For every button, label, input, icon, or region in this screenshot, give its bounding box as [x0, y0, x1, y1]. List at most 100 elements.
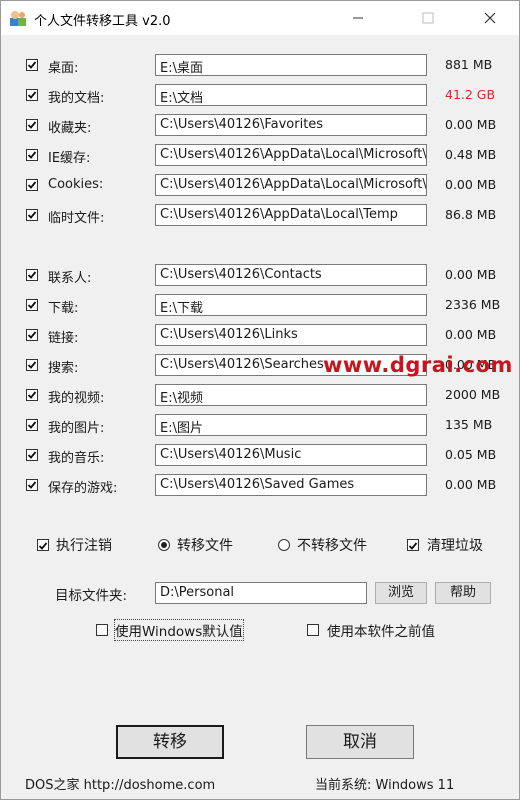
- folder-label: 保存的游戏:: [48, 481, 118, 496]
- target-folder-label: 目标文件夹:: [55, 588, 128, 604]
- check-icon: [27, 91, 37, 99]
- folder-label: 桌面:: [48, 61, 79, 76]
- help-button[interactable]: 帮助: [435, 582, 491, 604]
- folder-label: 我的视频:: [48, 391, 105, 406]
- client-area: 桌面: E:\桌面 881 MB 我的文档: E:\文档 41.2 GB 收藏夹: C:\Us…: [1, 35, 519, 799]
- windows-default-label: 使用Windows默认值: [114, 619, 244, 641]
- folder-size: 0.00 MB: [445, 477, 497, 492]
- logoff-checkbox[interactable]: [37, 539, 49, 551]
- watermark-text: www.dgrai.com: [323, 353, 513, 377]
- close-icon[interactable]: [467, 1, 513, 35]
- target-folder-input[interactable]: D:\Personal: [155, 582, 367, 604]
- folder-size: 86.8 MB: [445, 207, 497, 222]
- check-icon: [27, 271, 37, 279]
- footer-system: 当前系统: Windows 11: [315, 778, 455, 793]
- folder-checkbox[interactable]: [26, 269, 38, 281]
- folder-checkbox[interactable]: [26, 389, 38, 401]
- cancel-button[interactable]: 取消: [306, 725, 414, 759]
- previous-value-checkbox[interactable]: [307, 624, 319, 636]
- folder-row: 桌面: E:\桌面 881 MB: [1, 54, 519, 78]
- radio-dot-icon: [161, 542, 167, 548]
- check-icon: [27, 481, 37, 489]
- check-icon: [27, 331, 37, 339]
- folder-label: 我的图片:: [48, 421, 105, 436]
- check-icon: [27, 121, 37, 129]
- clean-label: 清理垃圾: [427, 538, 483, 554]
- folder-path-input[interactable]: E:\下载: [155, 294, 427, 316]
- folder-path-input[interactable]: C:\Users\40126\Favorites: [155, 114, 427, 136]
- folder-path-input[interactable]: E:\图片: [155, 414, 427, 436]
- folder-size: 0.00 MB: [445, 267, 497, 282]
- folder-path-input[interactable]: E:\桌面: [155, 54, 427, 76]
- folder-label: 下载:: [48, 301, 79, 316]
- check-icon: [27, 211, 37, 219]
- folder-size: 0.48 MB: [445, 147, 497, 162]
- folder-row: 我的视频: E:\视频 2000 MB: [1, 384, 519, 408]
- check-icon: [27, 301, 37, 309]
- folder-checkbox[interactable]: [26, 449, 38, 461]
- folder-size: 0.00 MB: [445, 117, 497, 132]
- folder-row: IE缓存: C:\Users\40126\AppData\Local\Micros…: [1, 144, 519, 168]
- folder-row: 保存的游戏: C:\Users\40126\Saved Games 0.00 MB: [1, 474, 519, 498]
- folder-label: 我的音乐:: [48, 451, 105, 466]
- folder-checkbox[interactable]: [26, 179, 38, 191]
- folder-label: 链接:: [48, 331, 79, 346]
- folder-size: 0.00 MB: [445, 327, 497, 342]
- folder-path-input[interactable]: C:\Users\40126\Contacts: [155, 264, 427, 286]
- check-icon: [27, 361, 37, 369]
- folder-checkbox[interactable]: [26, 119, 38, 131]
- folder-path-input[interactable]: C:\Users\40126\AppData\Local\Microsoft\W…: [155, 174, 427, 196]
- folder-row: 收藏夹: C:\Users\40126\Favorites 0.00 MB: [1, 114, 519, 138]
- folder-label: 搜索:: [48, 361, 79, 376]
- folder-checkbox[interactable]: [26, 419, 38, 431]
- footer-site: DOS之家 http://doshome.com: [25, 778, 216, 793]
- folder-row: 我的音乐: C:\Users\40126\Music 0.05 MB: [1, 444, 519, 468]
- logoff-label: 执行注销: [56, 538, 112, 554]
- dont-move-radio[interactable]: [278, 539, 290, 551]
- folder-size: 2336 MB: [445, 297, 501, 312]
- move-files-label: 转移文件: [177, 538, 233, 554]
- browse-button[interactable]: 浏览: [375, 582, 427, 604]
- folder-size: 0.05 MB: [445, 447, 497, 462]
- folder-path-input[interactable]: C:\Users\40126\Music: [155, 444, 427, 466]
- folder-label: 联系人:: [48, 271, 92, 286]
- folder-path-input[interactable]: E:\视频: [155, 384, 427, 406]
- window-title: 个人文件转移工具 v2.0: [34, 14, 171, 29]
- folder-checkbox[interactable]: [26, 209, 38, 221]
- check-icon: [408, 542, 418, 550]
- check-icon: [27, 451, 37, 459]
- folder-row: 链接: C:\Users\40126\Links 0.00 MB: [1, 324, 519, 348]
- folder-label: 我的文档:: [48, 91, 105, 106]
- title-bar: 个人文件转移工具 v2.0: [1, 1, 519, 35]
- folder-checkbox[interactable]: [26, 59, 38, 71]
- folder-row: 下载: E:\下载 2336 MB: [1, 294, 519, 318]
- folder-checkbox[interactable]: [26, 359, 38, 371]
- folder-label: Cookies:: [48, 177, 104, 192]
- folder-row: Cookies: C:\Users\40126\AppData\Local\Mic…: [1, 174, 519, 198]
- folder-checkbox[interactable]: [26, 149, 38, 161]
- check-icon: [27, 61, 37, 69]
- folder-row: 我的图片: E:\图片 135 MB: [1, 414, 519, 438]
- folder-size: 2000 MB: [445, 387, 501, 402]
- check-icon: [27, 151, 37, 159]
- folder-size: 41.2 GB: [445, 87, 496, 102]
- folder-path-input[interactable]: C:\Users\40126\Saved Games: [155, 474, 427, 496]
- folder-path-input[interactable]: C:\Users\40126\AppData\Local\Temp: [155, 204, 427, 226]
- check-icon: [27, 421, 37, 429]
- folder-size: 0.00 MB: [445, 177, 497, 192]
- maximize-icon[interactable]: [405, 1, 451, 35]
- folder-checkbox[interactable]: [26, 329, 38, 341]
- minimize-icon[interactable]: [335, 1, 381, 35]
- folder-path-input[interactable]: C:\Users\40126\AppData\Local\Microsoft\W…: [155, 144, 427, 166]
- windows-default-checkbox[interactable]: [96, 624, 108, 636]
- folder-checkbox[interactable]: [26, 479, 38, 491]
- folder-label: 临时文件:: [48, 211, 105, 226]
- folder-path-input[interactable]: E:\文档: [155, 84, 427, 106]
- clean-checkbox[interactable]: [407, 539, 419, 551]
- folder-path-input[interactable]: C:\Users\40126\Links: [155, 324, 427, 346]
- check-icon: [38, 542, 48, 550]
- folder-checkbox[interactable]: [26, 89, 38, 101]
- move-button[interactable]: 转移: [116, 725, 224, 759]
- folder-checkbox[interactable]: [26, 299, 38, 311]
- move-files-radio[interactable]: [158, 539, 170, 551]
